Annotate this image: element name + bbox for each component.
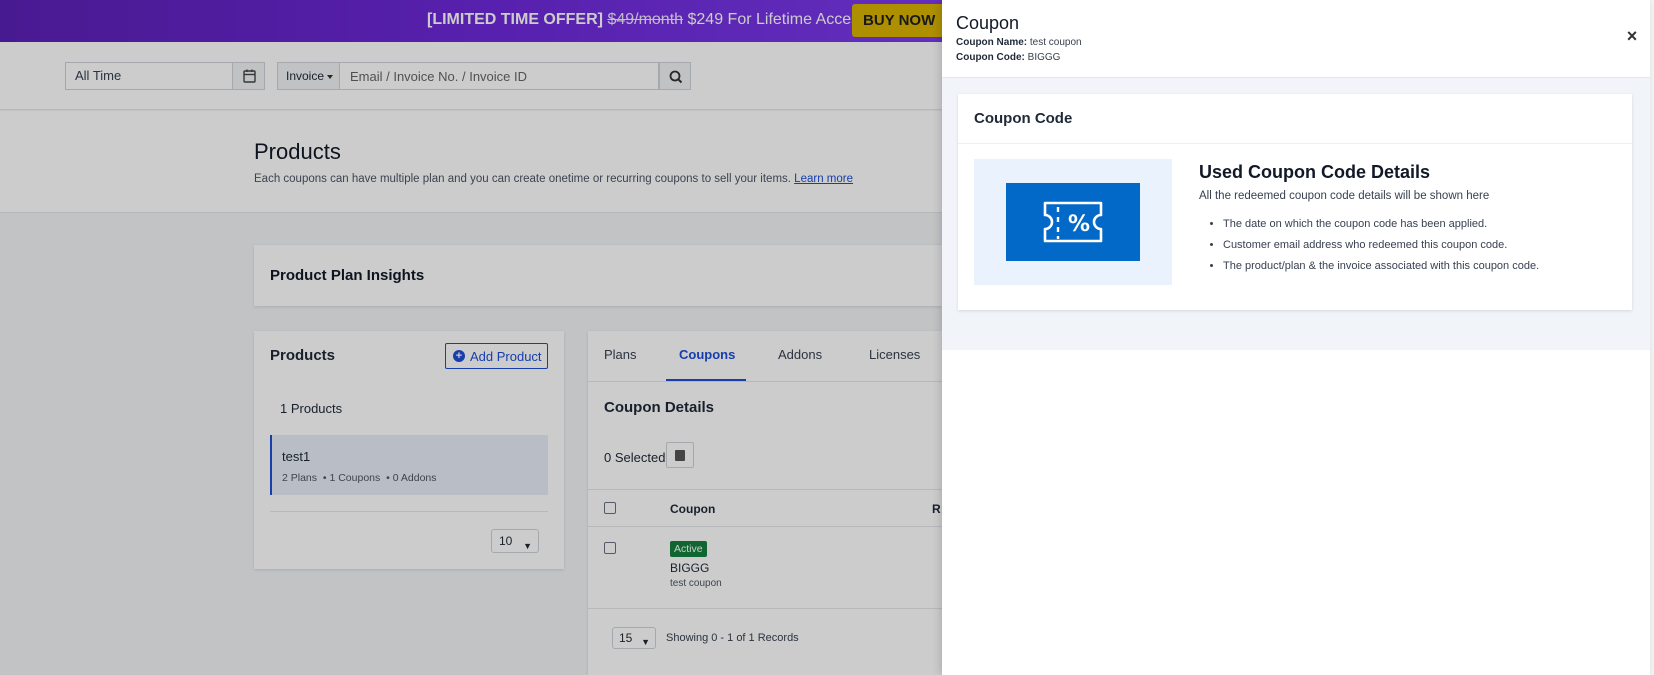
drawer-body: Coupon Code % Used Coupon Code Details A… [942,78,1650,350]
list-item: Customer email address who redeemed this… [1223,239,1539,260]
list-item: The product/plan & the invoice associate… [1223,260,1539,281]
close-icon[interactable]: × [1622,26,1642,46]
drawer-title: Coupon [956,13,1020,33]
coupon-drawer: Coupon Coupon Name: test coupon Coupon C… [942,0,1650,675]
coupon-illustration: % [974,159,1172,285]
card-divider [958,143,1632,144]
coupon-code-label: Coupon Code: [956,52,1025,63]
coupon-name-line: Coupon Name: test coupon [956,37,1082,48]
drawer-backdrop[interactable] [0,0,942,675]
used-coupon-heading: Used Coupon Code Details [1199,162,1431,182]
coupon-illustration-panel: % [1006,183,1140,261]
coupon-code-line: Coupon Code: BIGGG [956,52,1060,63]
coupon-code-card-title: Coupon Code [974,110,1073,127]
coupon-code-card: Coupon Code % Used Coupon Code Details A… [958,94,1632,310]
coupon-name-label: Coupon Name: [956,37,1028,48]
used-coupon-bullets: The date on which the coupon code has be… [1211,218,1539,281]
svg-text:%: % [1068,212,1090,237]
used-coupon-subtitle: All the redeemed coupon code details wil… [1199,190,1490,202]
coupon-code-value: BIGGG [1027,52,1061,63]
coupon-name-value: test coupon [1029,37,1082,48]
drawer-header: Coupon Coupon Name: test coupon Coupon C… [942,0,1650,78]
list-item: The date on which the coupon code has be… [1223,218,1539,239]
coupon-ticket-icon: % [1043,201,1103,243]
